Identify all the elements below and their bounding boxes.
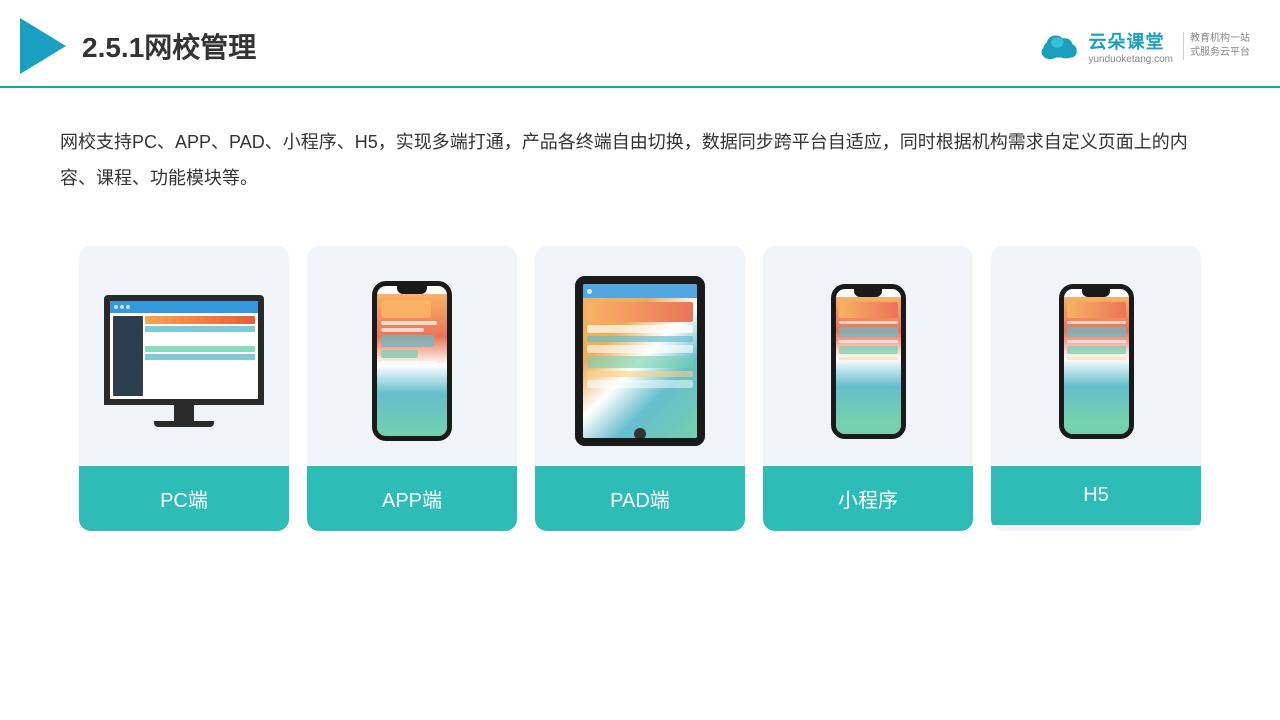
card-pc: PC端 xyxy=(79,246,289,531)
card-pc-label: PC端 xyxy=(79,466,289,531)
description: 网校支持PC、APP、PAD、小程序、H5，实现多端打通，产品各终端自由切换，数… xyxy=(0,88,1280,216)
card-miniprogram-image xyxy=(763,246,973,466)
card-pad: PAD端 xyxy=(535,246,745,531)
card-h5: H5 xyxy=(991,246,1201,531)
cards-container: PC端 APP端 xyxy=(0,226,1280,551)
mini-phone-1-icon xyxy=(831,284,906,439)
card-pc-image xyxy=(79,246,289,466)
pc-monitor-icon xyxy=(99,295,269,427)
logo-triangle-icon xyxy=(20,18,66,74)
header-right: 云朵课堂 yunduoketang.com 教育机构一站式服务云平台 xyxy=(1038,28,1250,65)
description-text: 网校支持PC、APP、PAD、小程序、H5，实现多端打通，产品各终端自由切换，数… xyxy=(60,132,1188,188)
cloud-icon xyxy=(1038,31,1082,61)
brand-logo: 云朵课堂 yunduoketang.com 教育机构一站式服务云平台 xyxy=(1038,28,1250,65)
card-app: APP端 xyxy=(307,246,517,531)
card-app-label: APP端 xyxy=(307,466,517,531)
brand-name: 云朵课堂 yunduoketang.com xyxy=(1088,28,1173,65)
brand-slogan: 教育机构一站式服务云平台 xyxy=(1183,32,1250,60)
tablet-mockup-icon xyxy=(575,276,705,446)
header-left: 2.5.1网校管理 xyxy=(20,18,256,74)
card-pad-label: PAD端 xyxy=(535,466,745,531)
page-title: 2.5.1网校管理 xyxy=(82,26,256,66)
phone-mockup-icon xyxy=(372,281,452,441)
card-pad-image xyxy=(535,246,745,466)
card-h5-label: H5 xyxy=(991,466,1201,525)
card-h5-image xyxy=(991,246,1201,466)
mini-phone-2-icon xyxy=(1059,284,1134,439)
card-app-image xyxy=(307,246,517,466)
header: 2.5.1网校管理 云朵课堂 yunduoketang.com 教育机构一站式服… xyxy=(0,0,1280,88)
card-miniprogram-label: 小程序 xyxy=(763,466,973,531)
card-miniprogram: 小程序 xyxy=(763,246,973,531)
